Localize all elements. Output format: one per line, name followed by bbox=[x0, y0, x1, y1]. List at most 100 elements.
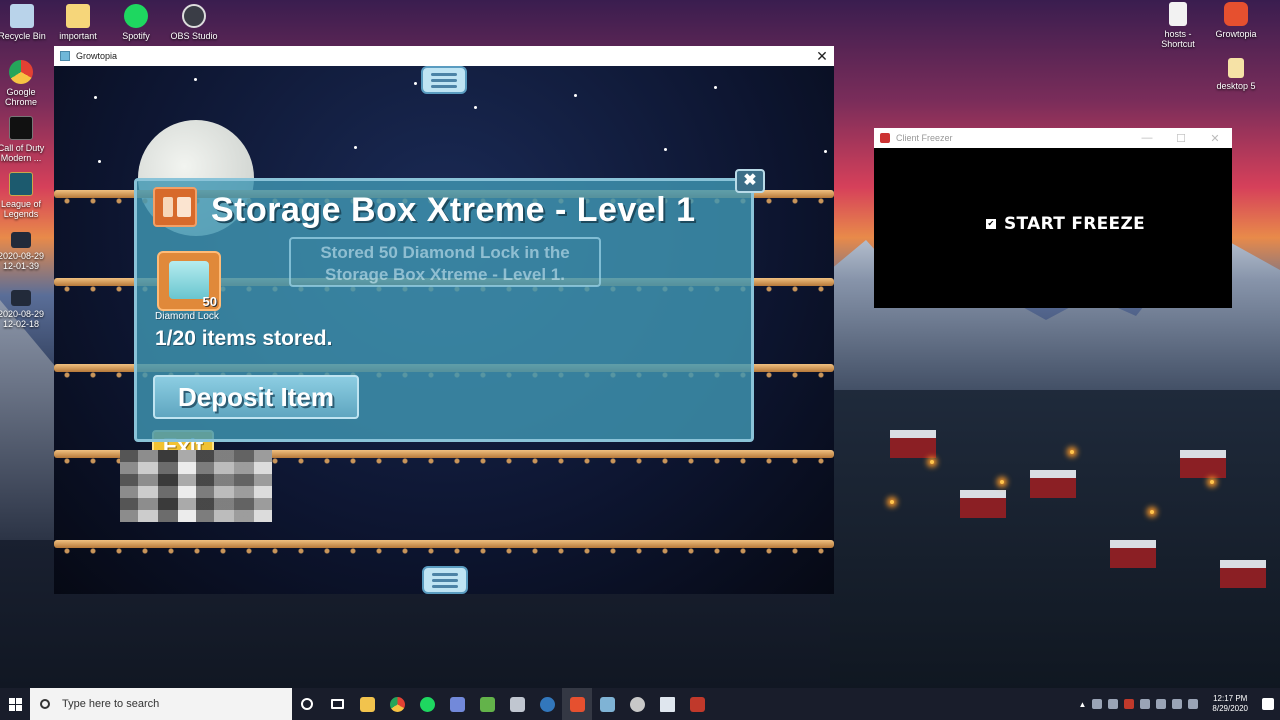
league-icon bbox=[9, 172, 33, 196]
client-freezer-taskbar-icon[interactable] bbox=[682, 688, 712, 720]
tray-icon[interactable] bbox=[1124, 699, 1135, 709]
obs-icon[interactable] bbox=[622, 688, 652, 720]
desktop-icon-label: Spotify bbox=[122, 31, 150, 41]
client-freezer-title: Client Freezer bbox=[896, 133, 953, 143]
file-shortcut-icon bbox=[1169, 2, 1187, 26]
folder-icon bbox=[1228, 58, 1244, 78]
desktop-icon-important[interactable]: important bbox=[48, 4, 108, 41]
desktop-icon-chrome[interactable]: Google Chrome bbox=[0, 60, 51, 107]
spotify-icon bbox=[124, 4, 148, 28]
chevron-up-icon[interactable]: ▲ bbox=[1078, 700, 1086, 709]
volume-icon[interactable] bbox=[1188, 699, 1199, 709]
call-of-duty-icon bbox=[9, 116, 33, 140]
cortana-icon[interactable] bbox=[292, 688, 322, 720]
desktop-icon-league[interactable]: League of Legends bbox=[0, 172, 51, 219]
growtopia-icon bbox=[1224, 2, 1248, 26]
search-placeholder: Type here to search bbox=[62, 698, 160, 710]
desktop-icon-recycle-bin[interactable]: Recycle Bin bbox=[0, 4, 52, 41]
clock-time: 12:17 PM bbox=[1213, 694, 1248, 703]
spotify-icon[interactable] bbox=[412, 688, 442, 720]
desktop-icon-label: 2020-08-29 12-02-18 bbox=[0, 309, 45, 329]
desktop-icon-label: desktop 5 bbox=[1216, 81, 1256, 91]
pixelated-redaction bbox=[120, 450, 272, 522]
desktop-icon-video-1[interactable]: 2020-08-29 12-01-39 bbox=[0, 232, 51, 271]
search-icon bbox=[40, 699, 50, 709]
tray-icon[interactable] bbox=[1108, 699, 1119, 709]
taskbar-search[interactable]: Type here to search bbox=[30, 688, 292, 720]
video-file-icon bbox=[11, 290, 31, 306]
tray-icon[interactable] bbox=[1156, 699, 1167, 709]
desktop-icon-desktop5[interactable]: desktop 5 bbox=[1206, 58, 1266, 91]
desktop-icon-label: important bbox=[59, 31, 97, 41]
clock[interactable]: 12:17 PM 8/29/2020 bbox=[1212, 694, 1248, 714]
tray-icon[interactable] bbox=[1140, 699, 1151, 709]
window-icon[interactable] bbox=[652, 688, 682, 720]
desktop-wallpaper-village bbox=[830, 390, 1280, 690]
clock-date: 8/29/2020 bbox=[1212, 704, 1248, 713]
desktop-icon-video-2[interactable]: 2020-08-29 12-02-18 bbox=[0, 290, 51, 329]
item-quantity: 50 bbox=[202, 294, 217, 309]
dialog-close-button[interactable]: ✖ bbox=[735, 169, 765, 193]
close-icon[interactable]: ✕ bbox=[1198, 132, 1232, 145]
edge-icon[interactable] bbox=[532, 688, 562, 720]
chrome-icon[interactable] bbox=[382, 688, 412, 720]
desktop-icon-spotify[interactable]: Spotify bbox=[106, 4, 166, 41]
storage-box-dialog: ✖ Storage Box Xtreme - Level 1 Stored 50… bbox=[134, 169, 765, 442]
folder-icon bbox=[66, 4, 90, 28]
desktop-icon-growtopia[interactable]: Growtopia bbox=[1206, 2, 1266, 39]
desktop-wallpaper-left bbox=[0, 300, 60, 540]
video-file-icon bbox=[11, 232, 31, 248]
start-button[interactable] bbox=[0, 688, 30, 720]
obs-icon bbox=[182, 4, 206, 28]
notification-toast: Stored 50 Diamond Lock in the Storage Bo… bbox=[289, 237, 601, 287]
growtopia-window-icon bbox=[60, 51, 70, 61]
start-freeze-checkbox[interactable]: ✔ START FREEZE bbox=[986, 214, 1145, 234]
dialog-title: Storage Box Xtreme - Level 1 bbox=[211, 191, 696, 229]
task-view-icon[interactable] bbox=[322, 688, 352, 720]
desktop-icon-label: League of Legends bbox=[0, 199, 42, 219]
client-freezer-icon bbox=[880, 133, 890, 143]
notepad-icon[interactable] bbox=[472, 688, 502, 720]
items-stored-count: 1/20 items stored. bbox=[155, 327, 333, 350]
recycle-bin-icon bbox=[10, 4, 34, 28]
network-icon[interactable] bbox=[1172, 699, 1183, 709]
desktop-icon-label: OBS Studio bbox=[170, 31, 218, 41]
client-freezer-window[interactable]: Client Freezer — ☐ ✕ ✔ START FREEZE bbox=[874, 128, 1232, 308]
windows-icon bbox=[8, 697, 22, 711]
deposit-item-button[interactable]: Deposit Item bbox=[153, 375, 359, 419]
desktop-icon-label: hosts - Shortcut bbox=[1161, 29, 1195, 49]
growtopia-titlebar[interactable]: Growtopia ✕ bbox=[54, 46, 834, 66]
discord-icon[interactable] bbox=[442, 688, 472, 720]
desktop-icon-call-of-duty[interactable]: Call of Duty Modern ... bbox=[0, 116, 51, 163]
client-freezer-titlebar[interactable]: Client Freezer — ☐ ✕ bbox=[874, 128, 1232, 148]
desktop-icon-label: 2020-08-29 12-01-39 bbox=[0, 251, 45, 271]
desktop-icon-label: Recycle Bin bbox=[0, 31, 46, 41]
bottom-menu-button[interactable] bbox=[422, 566, 468, 594]
desktop-icon-label: Call of Duty Modern ... bbox=[0, 143, 45, 163]
notification-icon[interactable] bbox=[1262, 698, 1274, 710]
item-name: Diamond Lock bbox=[155, 311, 219, 322]
start-freeze-label: START FREEZE bbox=[1004, 214, 1145, 234]
growtopia-taskbar-icon[interactable] bbox=[562, 688, 592, 720]
tray-icon[interactable] bbox=[1092, 699, 1103, 709]
maximize-icon[interactable]: ☐ bbox=[1164, 132, 1198, 145]
minimize-icon[interactable]: — bbox=[1130, 132, 1164, 145]
app-icon[interactable] bbox=[592, 688, 622, 720]
growtopia-window-title: Growtopia bbox=[76, 51, 118, 61]
file-explorer-icon[interactable] bbox=[352, 688, 382, 720]
system-tray: ▲ 12:17 PM 8/29/2020 bbox=[1078, 694, 1280, 714]
top-menu-button[interactable] bbox=[421, 66, 467, 94]
item-slot-diamond-lock[interactable]: 50 bbox=[157, 251, 221, 311]
taskbar: Type here to search ▲ 12:17 PM 8/29/2020 bbox=[0, 688, 1280, 720]
chrome-icon bbox=[9, 60, 33, 84]
growtopia-window[interactable]: Growtopia ✕ Exit ✖ Storage Box Xtreme - … bbox=[54, 46, 834, 594]
close-icon[interactable]: ✕ bbox=[810, 48, 834, 65]
desktop-icon-obs[interactable]: OBS Studio bbox=[164, 4, 224, 41]
storage-box-icon bbox=[153, 187, 197, 227]
desktop-icon-hosts[interactable]: hosts - Shortcut bbox=[1148, 2, 1208, 49]
game-canvas[interactable]: Exit ✖ Storage Box Xtreme - Level 1 Stor… bbox=[54, 66, 834, 594]
checkbox-icon: ✔ bbox=[986, 219, 996, 229]
tool-icon[interactable] bbox=[502, 688, 532, 720]
desktop-icon-label: Google Chrome bbox=[4, 87, 37, 107]
desktop-icon-label: Growtopia bbox=[1215, 29, 1257, 39]
